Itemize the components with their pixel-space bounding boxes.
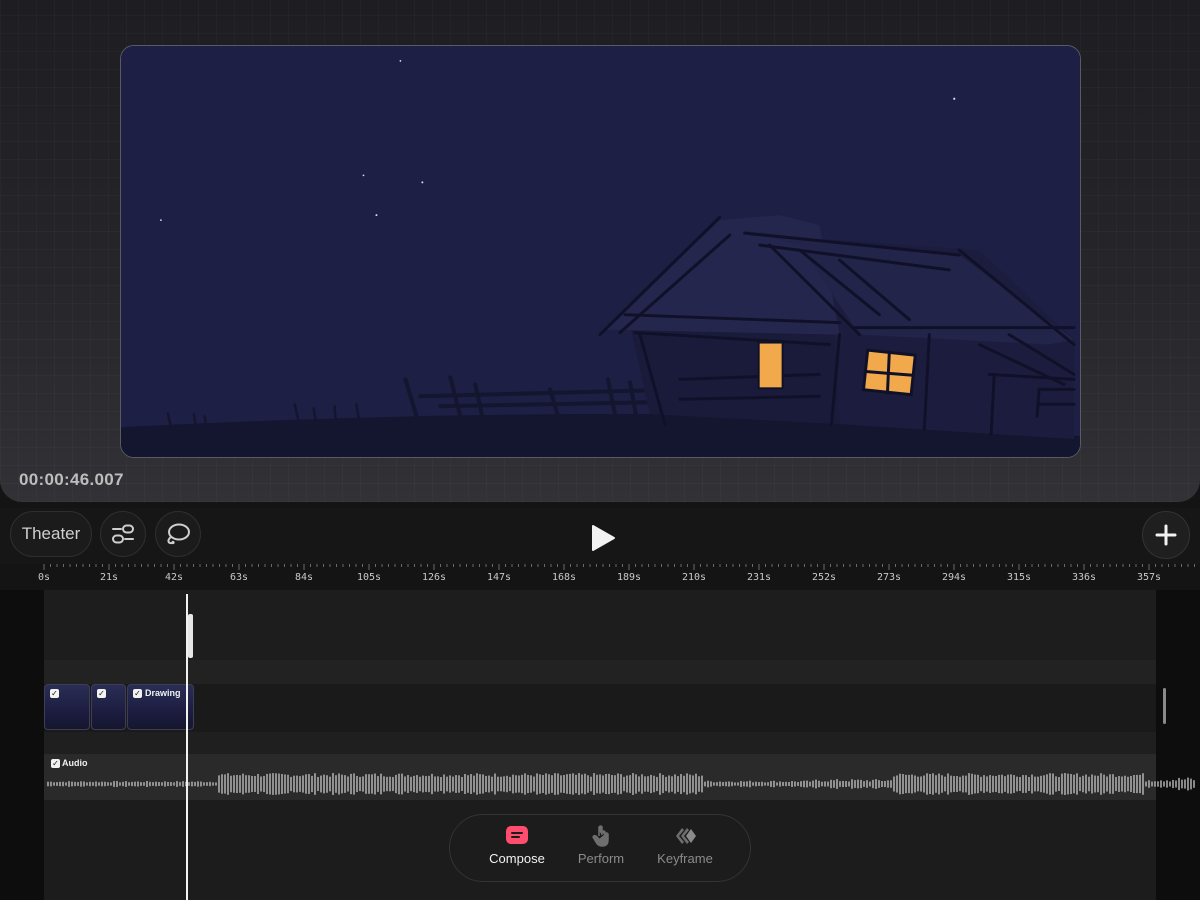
playhead[interactable] — [186, 594, 188, 900]
ruler-tick-label: 63s — [229, 572, 249, 583]
clip-checkbox[interactable]: ✓ — [133, 689, 142, 698]
ruler-tick-label: 357s — [1136, 572, 1162, 583]
plus-icon — [1155, 524, 1177, 546]
clip-2[interactable]: ✓ — [91, 684, 126, 730]
track-settings-button[interactable] — [100, 511, 146, 557]
play-button[interactable] — [582, 518, 622, 558]
keyframe-lane[interactable] — [44, 590, 1156, 660]
ruler-tick-label: 252s — [811, 572, 837, 583]
perform-mode-button[interactable]: Perform — [556, 825, 646, 866]
ruler-tick-label: 168s — [551, 572, 577, 583]
keyframe-marker[interactable] — [188, 614, 193, 658]
ruler-tick-label: 21s — [99, 572, 119, 583]
preview-canvas[interactable] — [120, 45, 1081, 458]
compose-label: Compose — [489, 851, 545, 866]
hand-pointer-icon — [592, 825, 609, 847]
ruler-tick-label: 273s — [876, 572, 902, 583]
clip-checkbox[interactable]: ✓ — [50, 689, 59, 698]
lane-resize-handle[interactable] — [1163, 688, 1166, 724]
clip-label: Drawing — [145, 688, 181, 698]
ruler-tick-label: 126s — [421, 572, 447, 583]
clip-checkbox[interactable]: ✓ — [97, 689, 106, 698]
lane-separator — [44, 660, 1156, 684]
compose-icon — [506, 826, 528, 844]
ruler-tick-label: 294s — [941, 572, 967, 583]
ruler-tick-label: 315s — [1006, 572, 1032, 583]
lasso-icon — [167, 523, 190, 545]
sliders-icon — [112, 524, 134, 544]
playback-timecode: 00:00:46.007 — [19, 470, 124, 489]
ruler-tick-label: 189s — [616, 572, 642, 583]
compose-mode-button[interactable]: Compose — [472, 825, 562, 866]
keyframe-diamonds-icon — [676, 828, 696, 844]
audio-checkbox[interactable]: ✓ — [51, 759, 60, 768]
clip-drawing[interactable]: ✓ Drawing — [127, 684, 194, 730]
ruler-tick-label: 0s — [37, 572, 51, 583]
ruler-tick-label: 105s — [356, 572, 382, 583]
ruler-tick-label: 231s — [746, 572, 772, 583]
audio-waveform — [47, 773, 1195, 795]
lane-separator — [44, 732, 1156, 754]
perform-label: Perform — [577, 851, 625, 866]
lasso-button[interactable] — [155, 511, 201, 557]
ruler-tick-label: 84s — [294, 572, 314, 583]
audio-label: Audio — [62, 758, 88, 768]
scene-illustration — [121, 46, 1080, 457]
lit-window — [861, 348, 917, 397]
time-ruler[interactable]: 0s 21s 42s 63s 84s 105s 126s 147s 168s 189s 210s 23… — [0, 564, 1200, 590]
play-icon — [592, 525, 615, 551]
clip-1[interactable]: ✓ — [44, 684, 90, 730]
mode-switcher: Compose Perform Keyframe — [449, 814, 751, 882]
playback-toolbar: Theater — [0, 508, 1200, 564]
keyframe-mode-button[interactable]: Keyframe — [640, 825, 730, 866]
clip-lane[interactable] — [44, 684, 1156, 732]
audio-track[interactable]: ✓ Audio — [44, 754, 1200, 800]
ruler-tick-label: 147s — [486, 572, 512, 583]
ruler-tick-label: 42s — [164, 572, 184, 583]
keyframe-label: Keyframe — [657, 851, 713, 866]
preview-stage: 00:00:46.007 — [0, 0, 1200, 502]
ruler-tick-label: 210s — [681, 572, 707, 583]
ruler-tick-label: 336s — [1071, 572, 1097, 583]
add-button[interactable] — [1142, 511, 1190, 559]
theater-button[interactable]: Theater — [10, 511, 92, 557]
